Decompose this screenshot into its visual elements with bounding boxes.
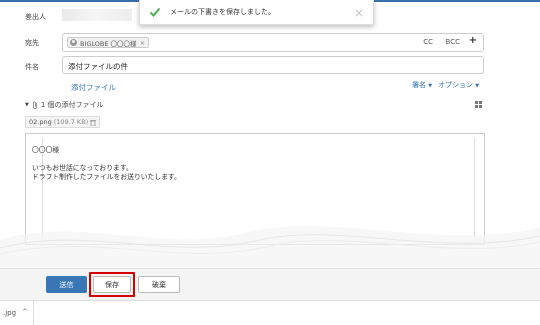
attachment-file-name: 02.png xyxy=(29,118,52,126)
remove-recipient-icon[interactable]: × xyxy=(140,39,145,47)
attach-file-link[interactable]: 添付ファイル xyxy=(71,82,116,93)
download-file-name: .jpg xyxy=(3,309,17,317)
bcc-button[interactable]: BCC xyxy=(446,38,460,46)
check-icon xyxy=(149,7,161,17)
caret-down-icon: ▼ xyxy=(428,83,433,89)
body-line: いつもお世話になっております。 xyxy=(32,164,133,172)
subject-field[interactable]: 添付ファイルの件 xyxy=(62,56,484,74)
recipient-chip-label: BIGLOBE 〇〇〇様 xyxy=(80,39,137,48)
to-label: 宛先 xyxy=(25,39,39,47)
paperclip-icon xyxy=(33,101,37,109)
download-bar: .jpg ^ xyxy=(0,300,540,325)
add-recipient-icon[interactable]: + xyxy=(469,35,477,46)
toast-message: メールの下書きを保存しました。 xyxy=(170,8,275,16)
compose-screen: 差出人 メールの下書きを保存しました。 × 宛先 BIGLOBE 〇〇〇様 × … xyxy=(0,0,540,325)
options-menu[interactable]: オプション ▼ xyxy=(438,80,479,90)
send-button[interactable]: 送信 xyxy=(46,276,87,293)
caret-down-icon: ▼ xyxy=(475,83,480,89)
trash-icon[interactable] xyxy=(90,119,97,126)
grid-view-icon[interactable] xyxy=(475,101,483,108)
attachments-count: 1 個の添付ファイル xyxy=(40,101,104,109)
signature-menu[interactable]: 署名 ▼ xyxy=(412,80,432,90)
subject-label: 件名 xyxy=(25,63,39,71)
body-line: 〇〇〇様 xyxy=(32,146,60,154)
download-item[interactable]: .jpg ^ xyxy=(0,301,34,325)
close-icon[interactable]: × xyxy=(354,6,364,20)
body-line: ドラフト制作したファイルをお送りいたします。 xyxy=(32,173,181,181)
recipient-chip[interactable]: BIGLOBE 〇〇〇様 × xyxy=(67,37,150,48)
options-menu-label: オプション xyxy=(438,81,473,89)
save-button[interactable]: 保存 xyxy=(93,276,131,293)
chevron-up-icon[interactable]: ^ xyxy=(22,308,28,316)
to-field[interactable]: BIGLOBE 〇〇〇様 × CC BCC + xyxy=(62,33,484,52)
message-text: 〇〇〇様 いつもお世話になっております。 ドラフト制作したファイルをお送りいたし… xyxy=(32,146,181,182)
attachment-file-size: (109.7 KB) xyxy=(53,118,89,126)
attachment-item[interactable]: 02.png (109.7 KB) xyxy=(25,116,101,128)
save-toast: メールの下書きを保存しました。 × xyxy=(139,0,374,25)
cc-button[interactable]: CC xyxy=(423,38,433,46)
user-icon xyxy=(70,39,77,46)
discard-button[interactable]: 破棄 xyxy=(138,276,180,293)
sender-label: 差出人 xyxy=(25,13,46,21)
collapse-caret-icon: ▼ xyxy=(25,102,29,108)
subject-value: 添付ファイルの件 xyxy=(68,62,128,71)
attachments-header[interactable]: ▼ 1 個の添付ファイル xyxy=(25,100,104,110)
signature-menu-label: 署名 xyxy=(412,81,426,89)
sender-value-blurred xyxy=(62,9,132,21)
